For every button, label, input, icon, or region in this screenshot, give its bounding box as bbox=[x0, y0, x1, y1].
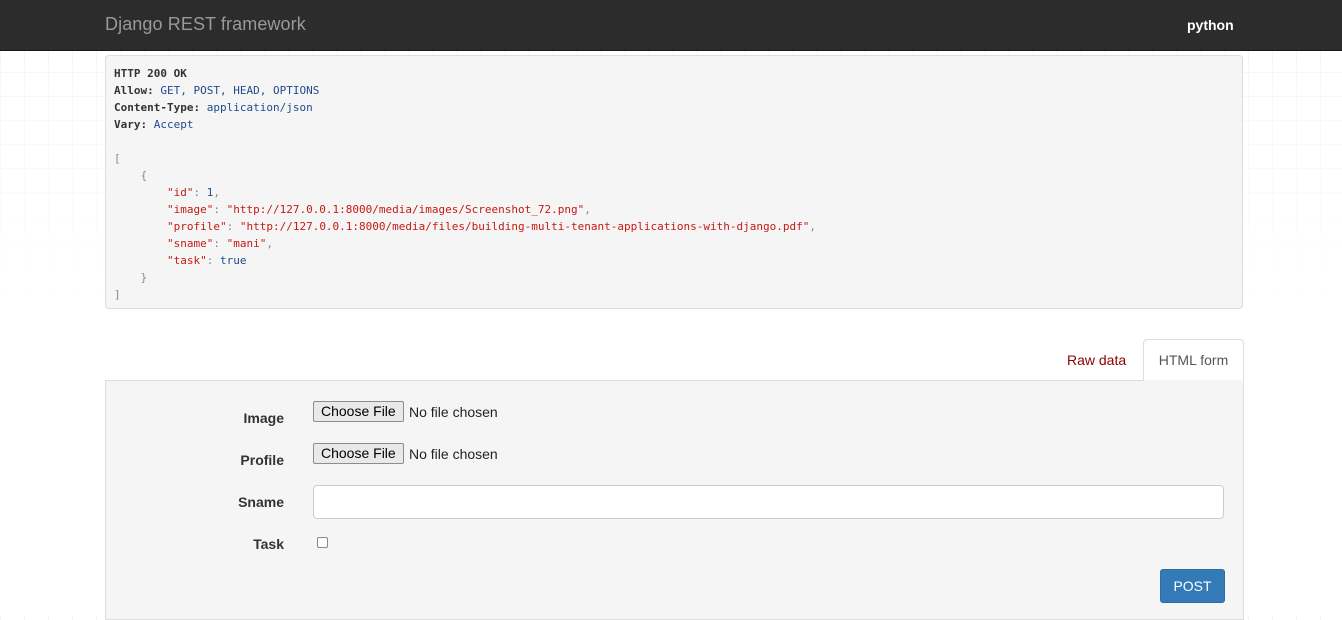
image-file-status: No file chosen bbox=[409, 404, 498, 420]
task-checkbox[interactable] bbox=[317, 537, 328, 548]
profile-choose-file-button[interactable]: Choose File bbox=[313, 443, 404, 464]
image-choose-file-button[interactable]: Choose File bbox=[313, 401, 404, 422]
header-value-content-type: application/json bbox=[206, 101, 313, 114]
json-value-profile: "http://127.0.0.1:8000/media/files/build… bbox=[239, 220, 810, 233]
http-status: HTTP 200 OK bbox=[114, 67, 187, 80]
header-value-allow: GET, POST, HEAD, OPTIONS bbox=[160, 84, 320, 97]
json-value-image: "http://127.0.0.1:8000/media/images/Scre… bbox=[226, 203, 585, 216]
json-open-bracket: [ bbox=[114, 152, 121, 165]
json-key-profile: "profile" bbox=[166, 220, 227, 233]
brand-link[interactable]: Django REST framework bbox=[105, 14, 306, 35]
post-button[interactable]: POST bbox=[1160, 569, 1225, 603]
json-close-brace: } bbox=[140, 271, 148, 284]
tab-raw-data[interactable]: Raw data bbox=[1067, 352, 1126, 368]
image-label: Image bbox=[243, 410, 284, 426]
html-form-panel: Image Choose File No file chosen Profile… bbox=[105, 380, 1244, 620]
profile-label: Profile bbox=[240, 452, 284, 468]
form-tabs: Raw data HTML form bbox=[0, 339, 1342, 381]
json-value-sname: "mani" bbox=[226, 237, 267, 250]
json-key-task: "task" bbox=[166, 254, 207, 267]
json-close-bracket: ] bbox=[114, 288, 121, 301]
json-open-brace: { bbox=[140, 169, 148, 182]
header-key-allow: Allow bbox=[114, 84, 148, 97]
json-key-id: "id" bbox=[166, 186, 194, 199]
header-key-content-type: Content-Type bbox=[114, 101, 194, 114]
tab-html-form[interactable]: HTML form bbox=[1143, 339, 1244, 381]
sname-label: Sname bbox=[238, 494, 284, 510]
header-value-vary: Accept bbox=[153, 118, 194, 131]
header-key-vary: Vary bbox=[114, 118, 141, 131]
profile-file-status: No file chosen bbox=[409, 446, 498, 462]
json-key-image: "image" bbox=[166, 203, 214, 216]
user-menu[interactable]: python bbox=[1187, 17, 1234, 33]
response-info: HTTP 200 OK Allow: GET, POST, HEAD, OPTI… bbox=[105, 55, 1243, 309]
navbar: Django REST framework python bbox=[0, 0, 1342, 51]
task-label: Task bbox=[253, 536, 284, 552]
json-value-task: true bbox=[219, 254, 247, 267]
sname-input[interactable] bbox=[313, 485, 1224, 519]
json-key-sname: "sname" bbox=[166, 237, 214, 250]
